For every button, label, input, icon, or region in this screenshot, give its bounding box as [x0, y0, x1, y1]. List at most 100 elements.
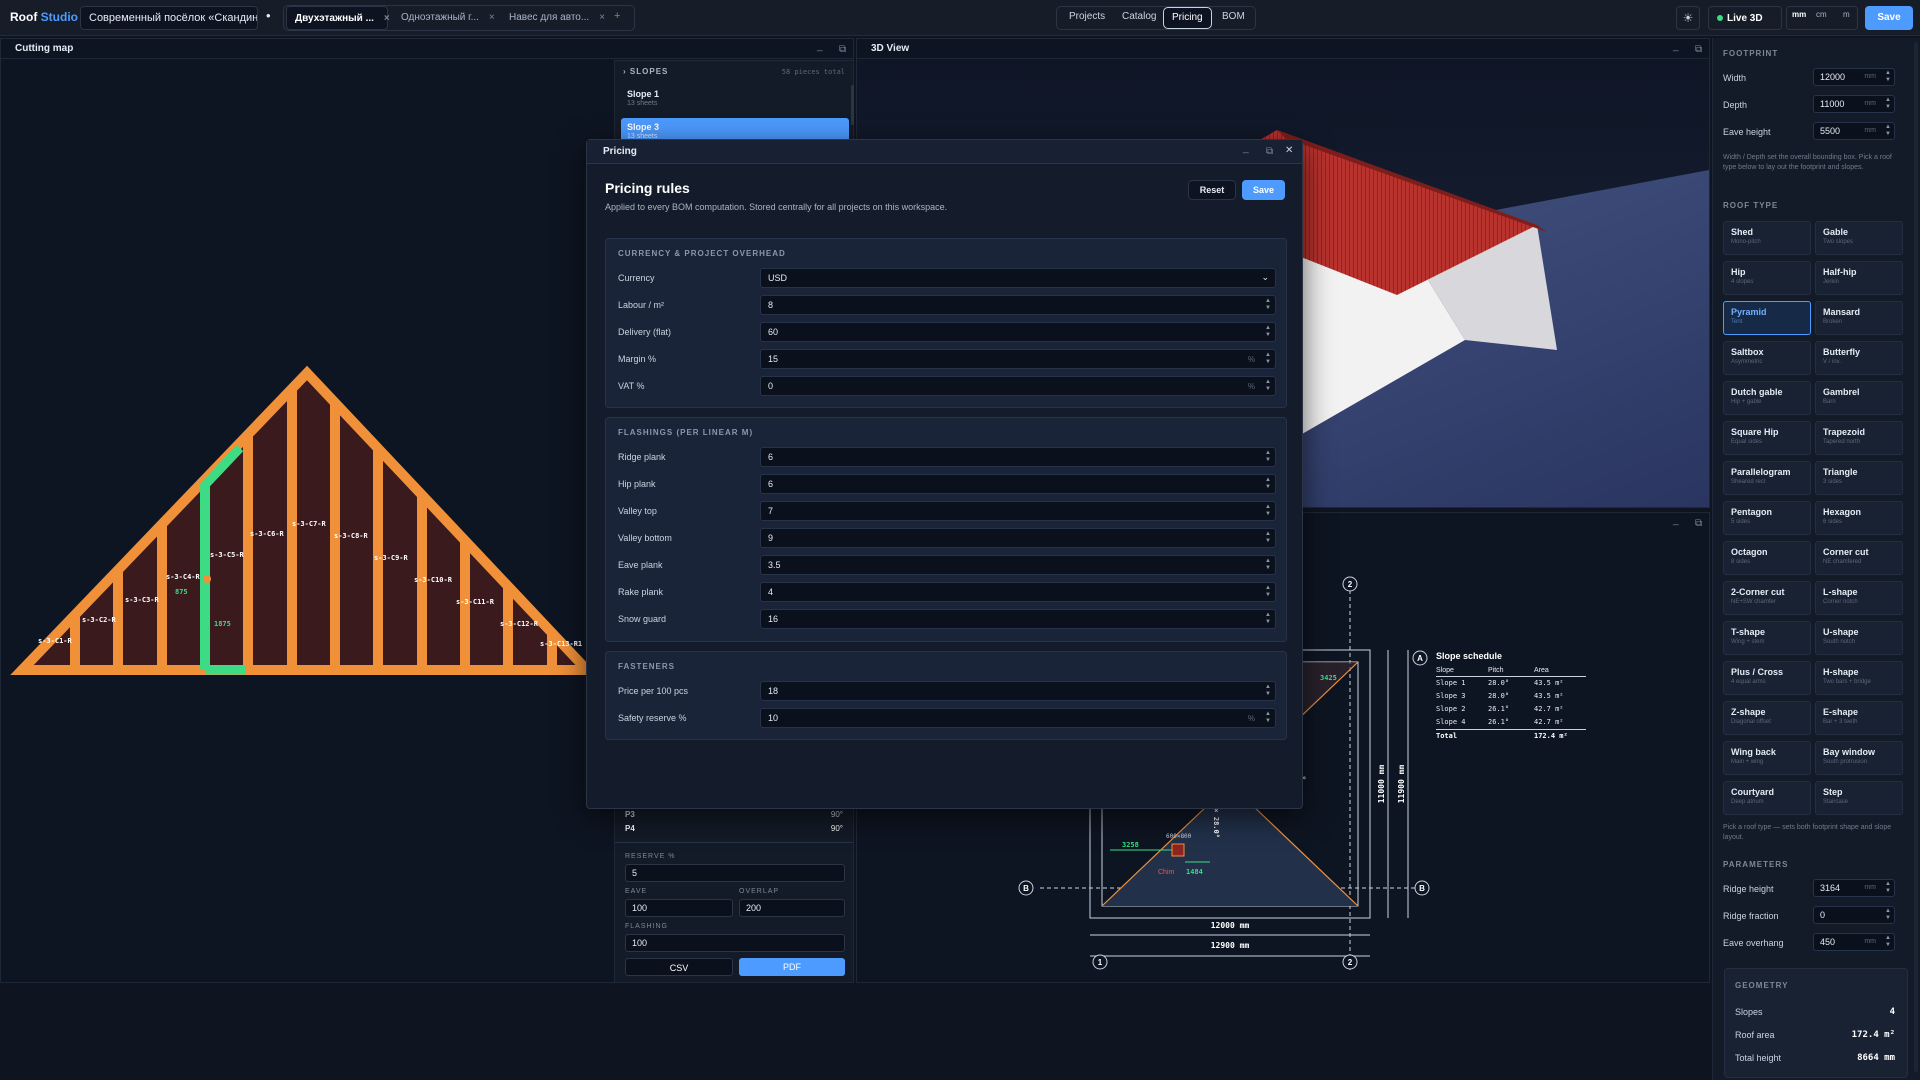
slopes-header[interactable]: › SLOPES — [623, 67, 668, 76]
eave-height-input[interactable]: 5500 mm ▲ ▼ — [1813, 122, 1895, 140]
roof-type-2-corner-cut[interactable]: 2-Corner cut NE+SW chamfer — [1723, 581, 1811, 615]
add-tab-button[interactable]: + — [614, 10, 620, 22]
roof-type-bay-window[interactable]: Bay window South protrusion — [1815, 741, 1903, 775]
delivery-input[interactable]: 60 ▲ ▼ — [760, 322, 1276, 342]
close-icon[interactable]: × — [599, 12, 605, 23]
unit-m[interactable]: m — [1843, 10, 1850, 19]
minimize-icon[interactable]: _ — [817, 41, 823, 52]
roof-type-u-shape[interactable]: U-shape South notch — [1815, 621, 1903, 655]
ridge-plank-input[interactable]: 6 ▲ ▼ — [760, 447, 1276, 467]
minimize-icon[interactable]: _ — [1673, 515, 1679, 526]
sheet-strip[interactable] — [113, 360, 123, 680]
roof-type-octagon[interactable]: Octagon 8 sides — [1723, 541, 1811, 575]
stepper-icon[interactable]: ▲ ▼ — [1265, 298, 1271, 312]
close-icon[interactable]: × — [384, 13, 390, 24]
reserve-input[interactable]: 5 — [625, 864, 845, 882]
theme-toggle-button[interactable]: ☀ — [1676, 6, 1700, 30]
roof-type-hip[interactable]: Hip 4 slopes — [1723, 261, 1811, 295]
nav-projects[interactable]: Projects — [1061, 7, 1113, 29]
stepper-icon[interactable]: ▲ ▼ — [1265, 711, 1271, 725]
close-icon[interactable]: ✕ — [1285, 145, 1293, 156]
popout-icon[interactable]: ⧉ — [1695, 44, 1702, 55]
width-input[interactable]: 12000 mm ▲ ▼ — [1813, 68, 1895, 86]
export-pdf-button[interactable]: PDF — [739, 958, 845, 976]
stepper-icon[interactable]: ▲ ▼ — [1885, 935, 1891, 949]
tab-doc-1[interactable]: Двухэтажный ... × — [286, 6, 390, 30]
stepper-icon[interactable]: ▲ ▼ — [1265, 325, 1271, 339]
stepper-icon[interactable]: ▲ ▼ — [1885, 881, 1891, 895]
currency-select[interactable]: USD ⌄ — [760, 268, 1276, 288]
sheet-strip[interactable] — [70, 360, 80, 680]
roof-type-shed[interactable]: Shed Mono-pitch — [1723, 221, 1811, 255]
ridge-fraction-input[interactable]: 0 ▲ ▼ — [1813, 906, 1895, 924]
sheet-strip[interactable] — [503, 360, 513, 680]
roof-type-e-shape[interactable]: E-shape Bar + 3 teeth — [1815, 701, 1903, 735]
slope-item[interactable]: Slope 1 13 sheets — [621, 85, 849, 113]
roof-type-t-shape[interactable]: T-shape Wing + stem — [1723, 621, 1811, 655]
save-button[interactable]: Save — [1865, 6, 1913, 30]
valley-bottom-input[interactable]: 9 ▲ ▼ — [760, 528, 1276, 548]
stepper-icon[interactable]: ▲ ▼ — [1885, 97, 1891, 111]
nav-catalog[interactable]: Catalog — [1114, 7, 1164, 29]
roof-type-gable[interactable]: Gable Two slopes — [1815, 221, 1903, 255]
roof-type-pyramid[interactable]: Pyramid Tent — [1723, 301, 1811, 335]
safety-reserve-input[interactable]: 10% ▲ ▼ — [760, 708, 1276, 728]
stepper-icon[interactable]: ▲ ▼ — [1885, 908, 1891, 922]
roof-type-gambrel[interactable]: Gambrel Barn — [1815, 381, 1903, 415]
roof-type-wing-back[interactable]: Wing back Main + wing — [1723, 741, 1811, 775]
roof-type-parallelogram[interactable]: Parallelogram Sheared rect — [1723, 461, 1811, 495]
roof-type-square-hip[interactable]: Square Hip Equal sides — [1723, 421, 1811, 455]
roof-type-mansard[interactable]: Mansard Broken — [1815, 301, 1903, 335]
eave-plank-input[interactable]: 3.5 ▲ ▼ — [760, 555, 1276, 575]
stepper-icon[interactable]: ▲ ▼ — [1265, 531, 1271, 545]
sheet-strip[interactable] — [243, 360, 253, 680]
minimize-icon[interactable]: _ — [1243, 143, 1249, 154]
popout-icon[interactable]: ⧉ — [839, 44, 846, 55]
project-name-field[interactable]: Современный посёлок «Скандинавия» — [80, 6, 258, 30]
unit-cm[interactable]: cm — [1816, 10, 1827, 19]
flashing-input[interactable]: 100 — [625, 934, 845, 952]
nav-bom[interactable]: BOM — [1214, 7, 1253, 29]
roof-type-l-shape[interactable]: L-shape Corner notch — [1815, 581, 1903, 615]
stepper-icon[interactable]: ▲ ▼ — [1265, 558, 1271, 572]
roof-type-pentagon[interactable]: Pentagon 5 sides — [1723, 501, 1811, 535]
roof-type-triangle[interactable]: Triangle 3 sides — [1815, 461, 1903, 495]
dialog-titlebar[interactable] — [587, 140, 1302, 164]
roof-type-half-hip[interactable]: Half-hip Jerkin — [1815, 261, 1903, 295]
rake-plank-input[interactable]: 4 ▲ ▼ — [760, 582, 1276, 602]
live-3d-toggle[interactable]: Live 3D — [1708, 6, 1782, 30]
fastener-price-input[interactable]: 18 ▲ ▼ — [760, 681, 1276, 701]
roof-type-step[interactable]: Step Staircase — [1815, 781, 1903, 815]
stepper-icon[interactable]: ▲ ▼ — [1265, 612, 1271, 626]
unit-mm[interactable]: mm — [1792, 10, 1806, 19]
roof-type-z-shape[interactable]: Z-shape Diagonal offset — [1723, 701, 1811, 735]
reset-button[interactable]: Reset — [1188, 180, 1236, 200]
eave-overhang-input[interactable]: 450 mm ▲ ▼ — [1813, 933, 1895, 951]
margin-input[interactable]: 15% ▲ ▼ — [760, 349, 1276, 369]
scrollbar[interactable] — [1914, 42, 1918, 1072]
roof-type-dutch-gable[interactable]: Dutch gable Hip + gable — [1723, 381, 1811, 415]
stepper-icon[interactable]: ▲ ▼ — [1265, 379, 1271, 393]
minimize-icon[interactable]: _ — [1673, 41, 1679, 52]
stepper-icon[interactable]: ▲ ▼ — [1265, 684, 1271, 698]
valley-top-input[interactable]: 7 ▲ ▼ — [760, 501, 1276, 521]
stepper-icon[interactable]: ▲ ▼ — [1265, 352, 1271, 366]
stepper-icon[interactable]: ▲ ▼ — [1265, 477, 1271, 491]
labour-input[interactable]: 8 ▲ ▼ — [760, 295, 1276, 315]
roof-type-courtyard[interactable]: Courtyard Deep atrium — [1723, 781, 1811, 815]
scrollbar[interactable] — [851, 85, 854, 125]
roof-type-trapezoid[interactable]: Trapezoid Tapered north — [1815, 421, 1903, 455]
stepper-icon[interactable]: ▲ ▼ — [1265, 450, 1271, 464]
sheet-strip[interactable] — [330, 360, 340, 680]
sheet-strip[interactable] — [460, 360, 470, 680]
tab-doc-3[interactable]: Навес для авто... × — [501, 6, 609, 30]
stepper-icon[interactable]: ▲ ▼ — [1885, 124, 1891, 138]
nav-pricing[interactable]: Pricing — [1163, 7, 1212, 29]
popout-icon[interactable]: ⧉ — [1695, 518, 1702, 529]
snow-guard-input[interactable]: 16 ▲ ▼ — [760, 609, 1276, 629]
sheet-strip[interactable] — [373, 360, 383, 680]
sheet-strip[interactable] — [417, 360, 427, 680]
close-icon[interactable]: × — [489, 12, 495, 23]
overlap-input[interactable]: 200 — [739, 899, 845, 917]
hip-plank-input[interactable]: 6 ▲ ▼ — [760, 474, 1276, 494]
